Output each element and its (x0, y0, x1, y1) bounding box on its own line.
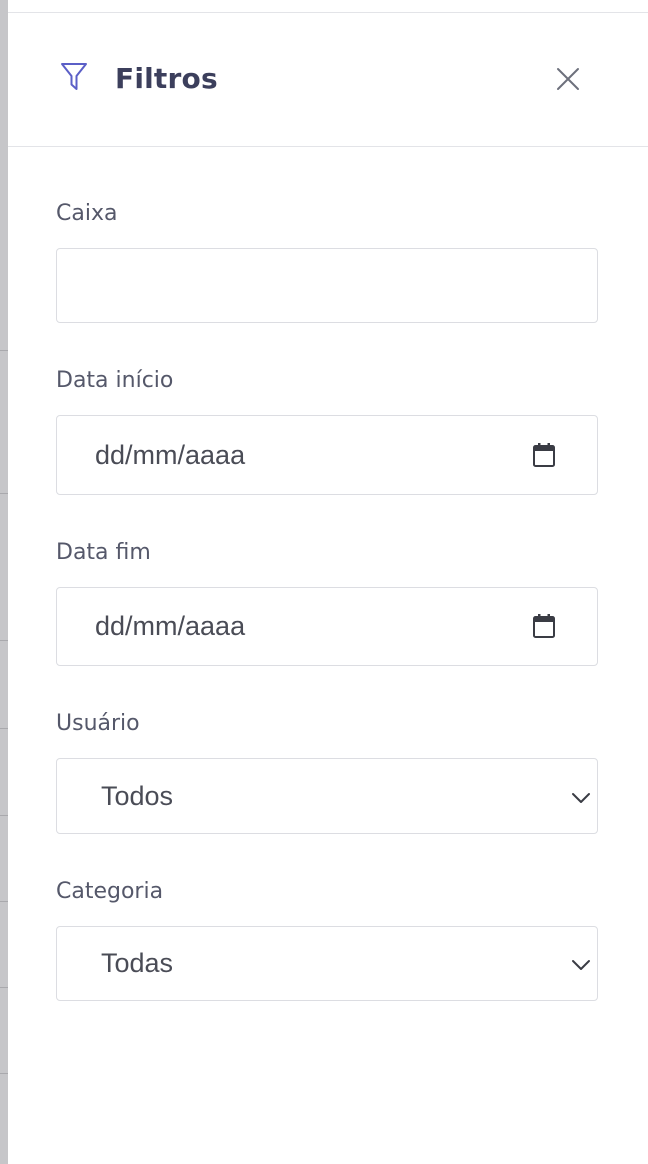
backdrop-divider (0, 728, 8, 729)
data-inicio-date-input[interactable]: dd/mm/aaaa (56, 415, 598, 495)
filter-funnel-icon (60, 62, 88, 92)
backdrop-divider (0, 987, 8, 988)
close-button[interactable] (548, 61, 588, 101)
usuario-selected-value: Todos (101, 781, 174, 811)
chevron-down-icon (571, 958, 591, 970)
data-fim-placeholder: dd/mm/aaaa (95, 611, 246, 641)
backdrop-divider (0, 640, 8, 641)
page-backdrop[interactable] (0, 0, 8, 1164)
drawer-header: Filtros (8, 13, 648, 147)
chevron-down-icon (571, 791, 591, 803)
calendar-icon[interactable] (533, 443, 555, 467)
usuario-select[interactable]: Todos (56, 758, 598, 834)
backdrop-divider (0, 901, 8, 902)
data-fim-label: Data fim (56, 540, 151, 565)
categoria-select[interactable]: Todas (56, 926, 598, 1001)
backdrop-divider (0, 1073, 8, 1074)
backdrop-divider (0, 815, 8, 816)
categoria-selected-value: Todas (101, 948, 174, 978)
drawer-title: Filtros (115, 62, 218, 95)
calendar-icon[interactable] (533, 614, 555, 638)
backdrop-divider (0, 350, 8, 351)
caixa-label: Caixa (56, 201, 118, 226)
categoria-label: Categoria (56, 879, 164, 904)
close-x-icon (556, 67, 580, 96)
usuario-label: Usuário (56, 711, 140, 736)
filters-drawer: Filtros Caixa Data início dd/mm/aaaa Dat… (8, 0, 648, 1164)
data-inicio-placeholder: dd/mm/aaaa (95, 440, 246, 470)
data-inicio-label: Data início (56, 368, 174, 393)
data-fim-date-input[interactable]: dd/mm/aaaa (56, 587, 598, 666)
backdrop-divider (0, 493, 8, 494)
caixa-input[interactable] (56, 248, 598, 323)
